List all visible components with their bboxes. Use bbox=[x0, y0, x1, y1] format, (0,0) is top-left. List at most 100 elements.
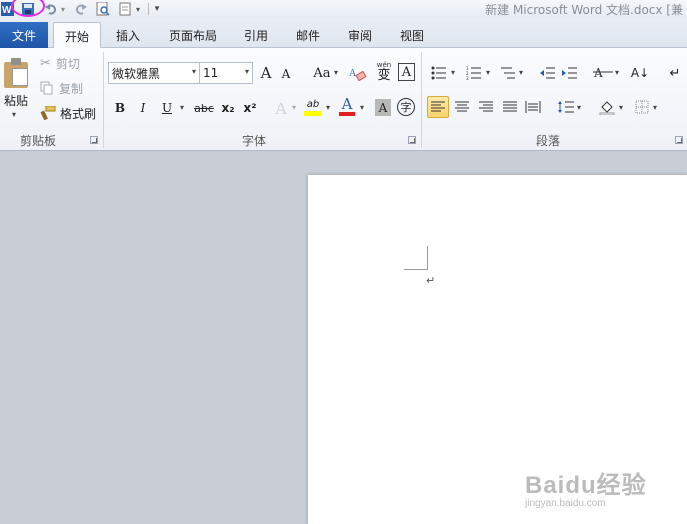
chinese-layout-button[interactable]: A bbox=[592, 64, 614, 82]
character-border-icon: A bbox=[401, 64, 412, 80]
bullets-dropdown-icon[interactable]: ▾ bbox=[451, 68, 455, 77]
character-shading-icon: A bbox=[378, 100, 388, 115]
bullets-button[interactable] bbox=[430, 64, 448, 82]
font-color-bar bbox=[339, 112, 355, 116]
align-center-icon bbox=[455, 101, 469, 112]
bold-button[interactable]: B bbox=[113, 99, 127, 117]
numbering-dropdown-icon[interactable]: ▾ bbox=[486, 68, 490, 77]
customize-arrow-icon[interactable]: ▾ bbox=[151, 0, 163, 18]
align-right-icon bbox=[479, 101, 493, 112]
line-spacing-icon bbox=[558, 101, 574, 113]
svg-text:A: A bbox=[349, 68, 357, 79]
align-center-button[interactable] bbox=[452, 96, 472, 118]
new-doc-dropdown-icon[interactable]: ▾ bbox=[134, 0, 142, 18]
phonetic-guide-button[interactable]: wén 变 bbox=[374, 60, 394, 84]
tab-review[interactable]: 审阅 bbox=[340, 22, 380, 48]
highlight-icon: ab bbox=[306, 98, 320, 110]
underline-button[interactable]: U bbox=[160, 99, 174, 117]
font-launcher-icon[interactable] bbox=[408, 136, 416, 144]
format-painter-icon bbox=[40, 106, 56, 120]
change-case-dropdown-icon[interactable]: ▾ bbox=[334, 68, 338, 77]
multilevel-list-button[interactable] bbox=[499, 64, 517, 82]
chinese-layout-dropdown-icon[interactable]: ▾ bbox=[615, 68, 619, 77]
svg-text:A: A bbox=[593, 66, 603, 80]
character-shading-button[interactable]: A bbox=[375, 99, 391, 116]
shading-button[interactable] bbox=[597, 96, 617, 118]
bullets-icon bbox=[431, 66, 446, 80]
paint-bucket-icon bbox=[599, 101, 615, 115]
italic-button[interactable]: I bbox=[136, 99, 150, 117]
tab-view[interactable]: 视图 bbox=[392, 22, 432, 48]
tab-mailings[interactable]: 邮件 bbox=[288, 22, 328, 48]
grow-font-button[interactable]: A bbox=[258, 64, 274, 82]
tab-insert[interactable]: 插入 bbox=[106, 22, 150, 48]
phonetic-char: 变 bbox=[377, 68, 391, 83]
sort-button[interactable]: A↓ bbox=[630, 63, 650, 83]
text-effects-dropdown-icon[interactable]: ▾ bbox=[292, 103, 296, 112]
font-size-combo[interactable]: 11 ▾ bbox=[199, 62, 253, 84]
decrease-indent-button[interactable] bbox=[539, 64, 557, 82]
copy-button[interactable]: 复制 bbox=[40, 79, 83, 97]
print-preview-icon[interactable] bbox=[95, 0, 111, 18]
tab-page-layout[interactable]: 页面布局 bbox=[162, 22, 224, 48]
line-spacing-button[interactable] bbox=[556, 96, 576, 118]
enclose-characters-button[interactable]: 字 bbox=[397, 98, 415, 116]
align-right-button[interactable] bbox=[476, 96, 496, 118]
superscript-icon: x² bbox=[243, 101, 257, 115]
shading-dropdown-icon[interactable]: ▾ bbox=[619, 103, 623, 112]
bold-icon: B bbox=[114, 101, 126, 115]
change-case-icon: Aa bbox=[313, 65, 331, 81]
distributed-icon bbox=[525, 101, 541, 113]
change-case-button[interactable]: Aa bbox=[310, 64, 334, 82]
borders-dropdown-icon[interactable]: ▾ bbox=[653, 103, 657, 112]
shrink-font-button[interactable]: A bbox=[279, 66, 293, 82]
paste-label: 粘贴 bbox=[4, 94, 29, 108]
paste-button[interactable]: 粘贴 ▾ bbox=[0, 50, 32, 122]
line-spacing-dropdown-icon[interactable]: ▾ bbox=[577, 103, 581, 112]
multilevel-list-icon bbox=[501, 67, 515, 79]
text-effects-button[interactable]: A bbox=[272, 98, 290, 118]
underline-dropdown-icon[interactable]: ▾ bbox=[180, 103, 184, 112]
cut-button[interactable]: ✂ 剪切 bbox=[40, 54, 80, 72]
align-left-button[interactable] bbox=[427, 96, 449, 118]
strikethrough-button[interactable]: abc bbox=[193, 99, 215, 117]
subscript-icon: x₂ bbox=[221, 101, 235, 115]
enclose-characters-icon: 字 bbox=[400, 101, 412, 114]
distributed-button[interactable] bbox=[523, 96, 543, 118]
strikethrough-icon: abc bbox=[194, 101, 214, 115]
tab-home[interactable]: 开始 bbox=[53, 22, 101, 49]
group-separator bbox=[103, 52, 104, 148]
subscript-button[interactable]: x₂ bbox=[219, 99, 237, 117]
new-document-icon[interactable] bbox=[118, 0, 134, 18]
tab-references[interactable]: 引用 bbox=[236, 22, 276, 48]
clear-formatting-button[interactable]: A bbox=[349, 64, 367, 82]
highlight-button[interactable]: ab bbox=[303, 97, 323, 117]
character-border-button[interactable]: A bbox=[398, 63, 415, 81]
paragraph-launcher-icon[interactable] bbox=[675, 136, 683, 144]
font-name-combo[interactable]: 微软雅黑 ▾ bbox=[108, 62, 200, 84]
increase-indent-button[interactable] bbox=[561, 64, 579, 82]
superscript-button[interactable]: x² bbox=[241, 99, 259, 117]
format-painter-button[interactable]: 格式刷 bbox=[40, 104, 96, 122]
chevron-down-icon: ▾ bbox=[244, 67, 249, 76]
text-effects-icon: A bbox=[275, 98, 287, 118]
undo-dropdown-icon[interactable]: ▾ bbox=[58, 0, 68, 18]
multilevel-list-dropdown-icon[interactable]: ▾ bbox=[519, 68, 523, 77]
show-formatting-marks-button[interactable]: ↵ bbox=[668, 63, 682, 83]
font-color-button[interactable]: A bbox=[338, 95, 356, 117]
highlight-dropdown-icon[interactable]: ▾ bbox=[326, 103, 330, 112]
justify-icon bbox=[503, 101, 517, 112]
tab-file[interactable]: 文件 bbox=[0, 22, 48, 48]
numbering-icon: 123 bbox=[466, 66, 481, 80]
baidu-watermark: Baidu经验 jingyan.baidu.com bbox=[525, 465, 647, 509]
numbering-button[interactable]: 123 bbox=[465, 64, 483, 82]
save-highlight-circle bbox=[11, 0, 45, 17]
font-color-dropdown-icon[interactable]: ▾ bbox=[360, 103, 364, 112]
copy-label: 复制 bbox=[59, 81, 84, 96]
redo-icon[interactable] bbox=[74, 0, 88, 18]
title-bar: W ▾ ▾ ▾ 新建 Microsoft Word 文档.docx [兼 bbox=[0, 0, 687, 18]
undo-icon[interactable] bbox=[44, 0, 58, 18]
clipboard-launcher-icon[interactable] bbox=[90, 136, 98, 144]
justify-button[interactable] bbox=[500, 96, 520, 118]
borders-button[interactable] bbox=[632, 96, 652, 118]
